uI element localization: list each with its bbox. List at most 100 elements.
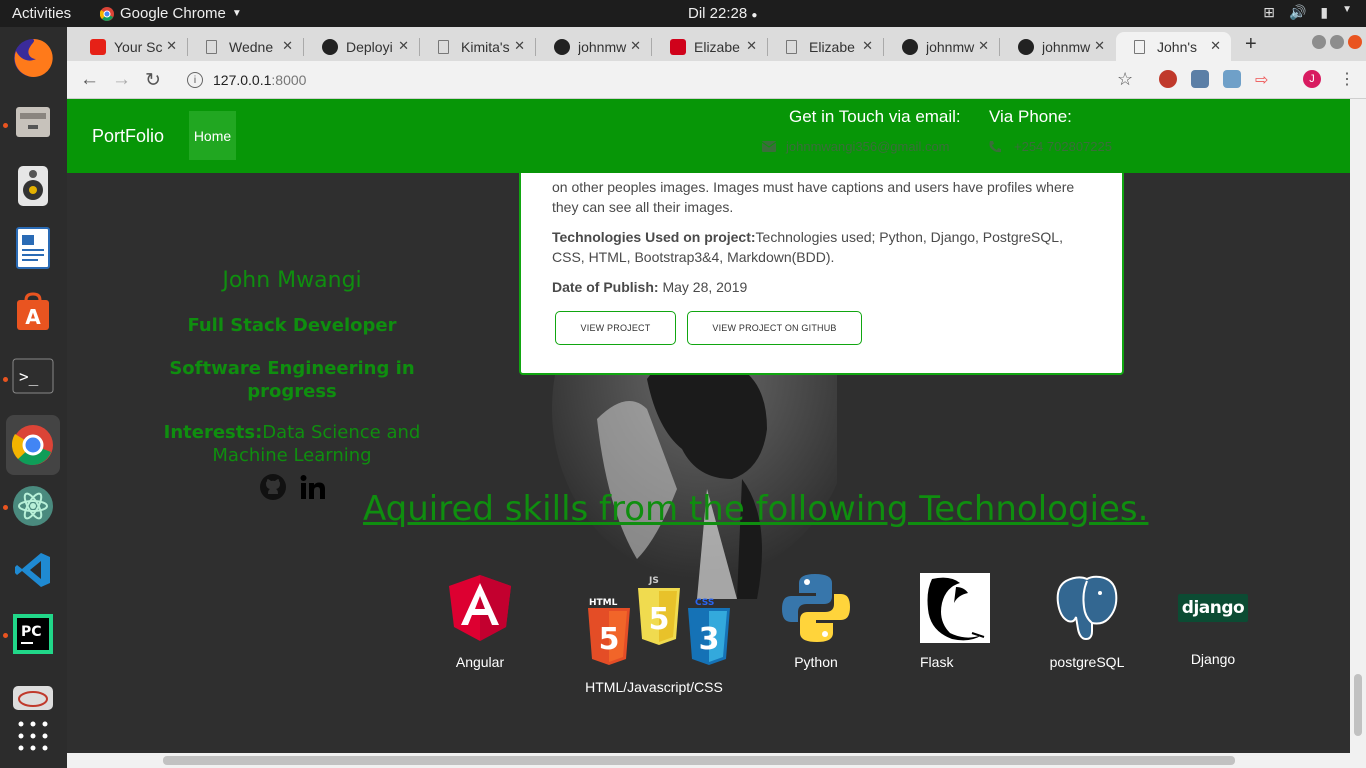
- firefox-icon[interactable]: [10, 35, 56, 81]
- url-port: :8000: [271, 72, 307, 88]
- menu-icon[interactable]: ⋮: [1339, 69, 1355, 89]
- project-description: on other peoples images. Images must hav…: [552, 179, 1075, 215]
- maximize-button[interactable]: [1330, 35, 1344, 49]
- browser-tab[interactable]: John's ✕: [1116, 32, 1231, 61]
- js-logo-text: JS: [648, 576, 659, 586]
- tab-close-icon[interactable]: ✕: [1094, 38, 1105, 54]
- project-technologies: Technologies Used on project:Technologie…: [552, 227, 1092, 267]
- tab-close-icon[interactable]: ✕: [1210, 38, 1221, 54]
- view-project-button[interactable]: VIEW PROJECT: [555, 311, 676, 345]
- postgresql-icon: [1056, 575, 1118, 641]
- profile-name: John Mwangi: [222, 268, 362, 293]
- vscode-icon[interactable]: [10, 547, 56, 593]
- pycharm-icon[interactable]: PC: [10, 611, 56, 657]
- browser-tab[interactable]: Deployi ✕: [304, 32, 419, 61]
- svg-text:PC: PC: [21, 624, 42, 640]
- browser-tab[interactable]: Wedne ✕: [188, 32, 303, 61]
- angular-icon: [449, 575, 511, 641]
- view-project-github-button[interactable]: VIEW PROJECT ON GITHUB: [687, 311, 862, 345]
- tab-close-icon[interactable]: ✕: [398, 38, 409, 54]
- address-bar[interactable]: i 127.0.0.1:8000: [175, 65, 1143, 95]
- activities-button[interactable]: Activities: [12, 5, 71, 22]
- skill-label: Flask: [920, 654, 954, 670]
- profile-role: Full Stack Developer: [187, 315, 397, 336]
- skills-heading[interactable]: Aquired skills from the following Techno…: [363, 489, 1148, 529]
- terminal-icon[interactable]: >_: [10, 353, 56, 399]
- back-button[interactable]: ←: [80, 69, 99, 91]
- tab-close-icon[interactable]: ✕: [514, 38, 525, 54]
- browser-tab[interactable]: Your Sc ✕: [72, 32, 187, 61]
- extension-cast-icon[interactable]: ⇨: [1255, 70, 1273, 89]
- extension-blocker-icon[interactable]: [1159, 70, 1177, 88]
- close-window-button[interactable]: [1348, 35, 1362, 49]
- browser-tab[interactable]: johnmw ✕: [884, 32, 999, 61]
- chrome-icon[interactable]: [6, 415, 60, 475]
- skill-html-js-css: JS HTML CSS 5 5 3 HTML/Javascript/CSS: [577, 573, 731, 695]
- js5-number: 5: [649, 602, 670, 637]
- chevron-down-icon: ▼: [231, 8, 242, 19]
- date-label: Date of Publish:: [552, 279, 659, 295]
- profile-avatar[interactable]: J: [1303, 70, 1321, 88]
- tab-close-icon[interactable]: ✕: [630, 38, 641, 54]
- skill-python: Python: [780, 573, 852, 670]
- tab-close-icon[interactable]: ✕: [166, 38, 177, 54]
- browser-tab[interactable]: Elizabe ✕: [768, 32, 883, 61]
- bookmark-star-icon[interactable]: ☆: [1117, 69, 1133, 90]
- new-tab-button[interactable]: +: [1245, 33, 1257, 56]
- nav-home-link[interactable]: Home: [189, 111, 236, 160]
- tab-close-icon[interactable]: ✕: [862, 38, 873, 54]
- info-icon[interactable]: i: [187, 72, 203, 88]
- skill-label: postgreSQL: [1049, 654, 1125, 670]
- scrollbar-thumb[interactable]: [1354, 674, 1362, 736]
- volume-icon[interactable]: 🔊: [1289, 4, 1306, 21]
- show-applications-icon[interactable]: [10, 713, 56, 759]
- forward-button[interactable]: →: [112, 69, 131, 91]
- email-heading: Get in Touch via email:: [789, 107, 961, 126]
- browser-tab[interactable]: Elizabe ✕: [652, 32, 767, 61]
- extension-screenshot-icon[interactable]: [1223, 70, 1241, 88]
- scrollbar-thumb[interactable]: [163, 756, 1235, 765]
- browser-tab[interactable]: johnmw ✕: [1000, 32, 1115, 61]
- svg-text:A: A: [25, 305, 41, 329]
- atom-icon[interactable]: [10, 483, 56, 529]
- phone-number[interactable]: +254 702807225: [1014, 139, 1112, 154]
- reload-button[interactable]: ↻: [145, 69, 161, 92]
- browser-tab[interactable]: Kimita's ✕: [420, 32, 535, 61]
- tab-close-icon[interactable]: ✕: [978, 38, 989, 54]
- css-logo-text: CSS: [695, 598, 714, 608]
- linkedin-icon[interactable]: [299, 473, 327, 501]
- tab-close-icon[interactable]: ✕: [282, 38, 293, 54]
- phone-contact[interactable]: +254 702807225: [988, 139, 1112, 154]
- blank-icon: [206, 39, 217, 54]
- minimize-button[interactable]: [1312, 35, 1326, 49]
- horizontal-scrollbar[interactable]: [67, 753, 1366, 768]
- page-viewport: PortFolio Home Get in Touch via email: V…: [67, 99, 1350, 753]
- chrome-small-icon: [100, 6, 114, 21]
- css3-number: 3: [699, 622, 720, 657]
- network-icon[interactable]: ⊞: [1263, 4, 1275, 21]
- chevron-down-icon[interactable]: ▼: [1342, 4, 1352, 21]
- email-address[interactable]: johnmwangi356@gmail.com: [786, 139, 950, 154]
- email-contact[interactable]: johnmwangi356@gmail.com: [762, 139, 950, 154]
- vertical-scrollbar[interactable]: [1350, 99, 1366, 753]
- brand-link[interactable]: PortFolio: [92, 126, 164, 147]
- document-icon: [1134, 39, 1145, 54]
- github-icon[interactable]: [259, 473, 287, 501]
- speaker-app-icon[interactable]: [10, 163, 56, 209]
- browser-tab[interactable]: johnmw ✕: [536, 32, 651, 61]
- software-center-icon[interactable]: A: [10, 289, 56, 335]
- tab-close-icon[interactable]: ✕: [746, 38, 757, 54]
- date-value: May 28, 2019: [662, 279, 748, 295]
- project-date: Date of Publish: May 28, 2019: [552, 277, 1092, 297]
- clock[interactable]: Dil 22:28 ●: [688, 5, 757, 22]
- battery-icon[interactable]: ▮: [1320, 4, 1328, 21]
- extension-search-icon[interactable]: [1191, 70, 1209, 88]
- writer-icon[interactable]: [10, 225, 56, 271]
- system-tray[interactable]: ⊞ 🔊 ▮ ▼: [1263, 4, 1352, 21]
- html-logo-text: HTML: [589, 598, 618, 608]
- files-icon[interactable]: [10, 99, 56, 145]
- browser-toolbar: ← → ↻ i 127.0.0.1:8000 ☆ ⇨ J ⋮: [67, 61, 1366, 99]
- url-host: 127.0.0.1: [213, 72, 272, 88]
- site-navbar: PortFolio Home Get in Touch via email: V…: [67, 99, 1350, 173]
- app-menu[interactable]: Google Chrome ▼: [100, 5, 242, 22]
